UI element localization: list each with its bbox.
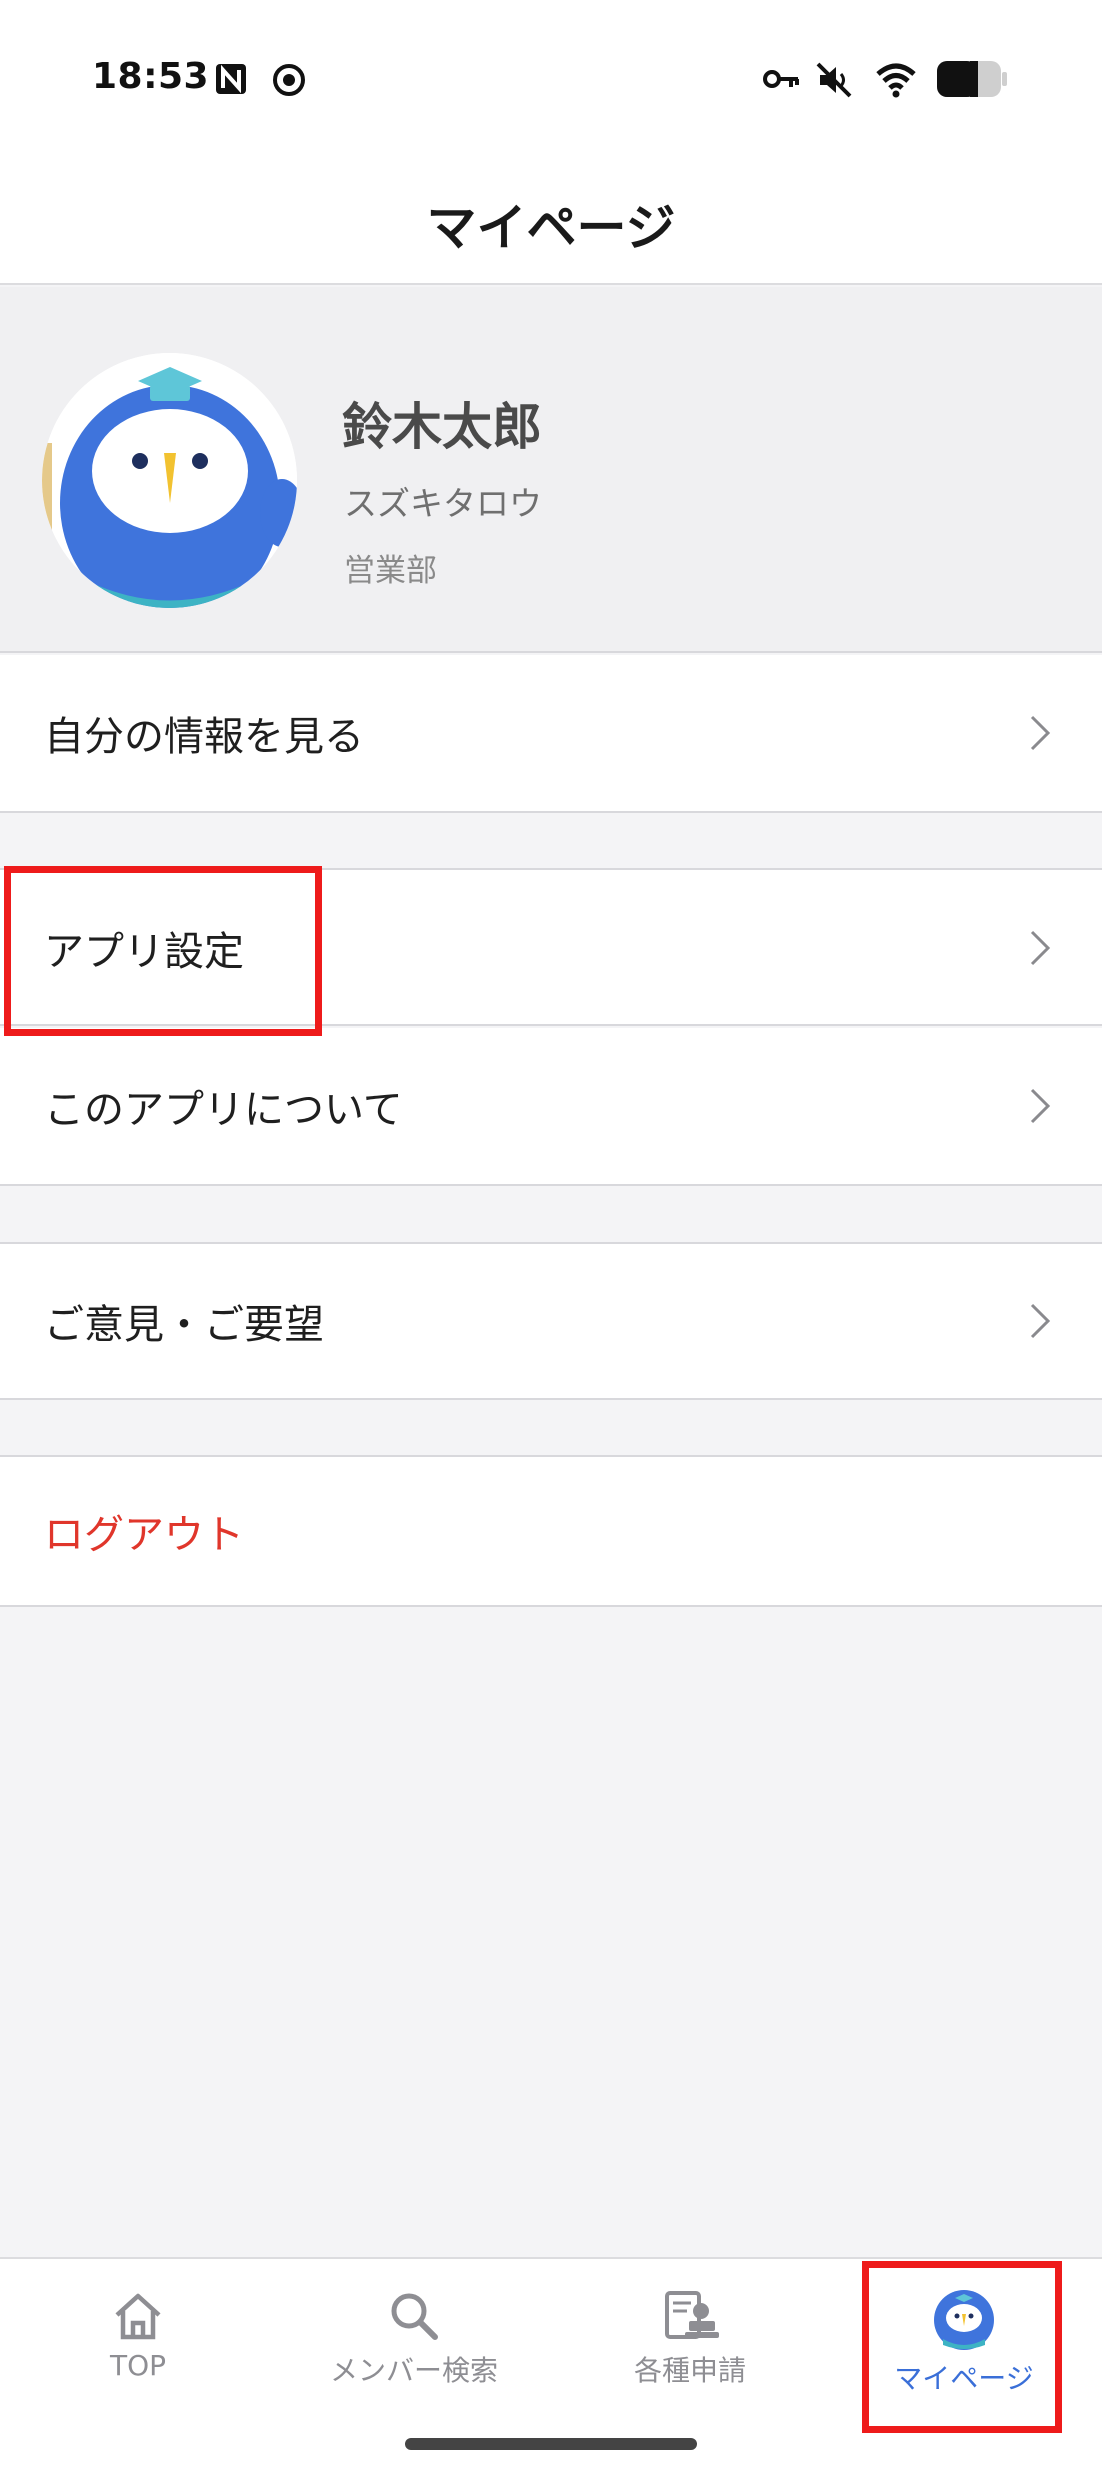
divider (0, 1024, 1102, 1026)
menu-item-label: ご意見・ご要望 (44, 1302, 324, 1348)
screen-record-icon (273, 64, 305, 96)
screen: 18:53 マイページ 鈴木太郎 スズキタロウ 営業部 自分の情報を見る アプリ… (0, 0, 1102, 2475)
application-form-icon (665, 2291, 719, 2339)
mute-icon (816, 62, 852, 98)
menu-item-about-app[interactable]: このアプリについて (0, 1028, 1102, 1186)
battery-icon (937, 61, 1007, 97)
tab-label: 各種申請 (633, 2354, 746, 2387)
home-icon (115, 2293, 161, 2340)
tab-applications[interactable]: 各種申請 (552, 2289, 828, 2439)
owl-mascot-icon (42, 353, 297, 608)
profile-card: 鈴木太郎 スズキタロウ 営業部 (0, 287, 1102, 653)
chevron-right-icon (1030, 1088, 1051, 1124)
chevron-right-icon (1030, 930, 1051, 966)
tab-mypage[interactable]: マイページ (826, 2289, 1102, 2439)
avatar (42, 353, 297, 608)
tab-label: マイページ (894, 2362, 1034, 2395)
page-title: マイページ (426, 199, 676, 257)
owl-mascot-icon (934, 2290, 994, 2350)
wifi-icon (876, 63, 916, 98)
menu-item-label: このアプリについて (44, 1087, 403, 1133)
menu-item-feedback[interactable]: ご意見・ご要望 (0, 1242, 1102, 1400)
profile-kana: スズキタロウ (344, 484, 542, 523)
tab-top[interactable]: TOP (0, 2289, 276, 2439)
logout-label: ログアウト (44, 1512, 244, 1558)
profile-name: 鈴木太郎 (342, 398, 542, 456)
status-time: 18:53 (92, 56, 210, 97)
menu-item-my-info[interactable]: 自分の情報を見る (0, 655, 1102, 813)
profile-department: 営業部 (344, 553, 437, 589)
status-bar: 18:53 (0, 0, 1102, 150)
nav-header: マイページ (0, 150, 1102, 285)
notification-n-icon (216, 64, 246, 94)
search-icon (391, 2293, 438, 2340)
tab-member-search[interactable]: メンバー検索 (276, 2289, 552, 2439)
logout-button[interactable]: ログアウト (0, 1455, 1102, 1607)
home-indicator[interactable] (405, 2438, 697, 2450)
chevron-right-icon (1030, 715, 1051, 751)
menu-item-label: アプリ設定 (44, 929, 244, 975)
chevron-right-icon (1030, 1303, 1051, 1339)
vpn-key-icon (763, 70, 799, 88)
tab-label: メンバー検索 (329, 2354, 498, 2387)
menu-item-label: 自分の情報を見る (44, 714, 364, 760)
menu-item-app-settings[interactable]: アプリ設定 (0, 868, 1102, 1026)
tab-label: TOP (109, 2349, 167, 2382)
